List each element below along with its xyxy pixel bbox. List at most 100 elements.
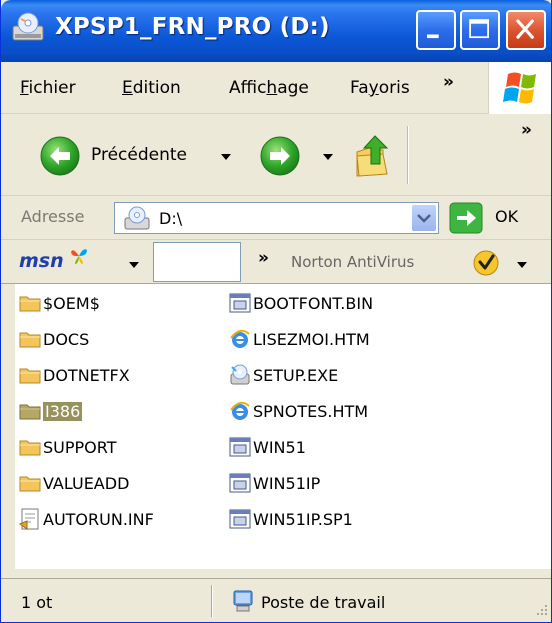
list-item-file-setup[interactable]: SETUP.EXE: [229, 362, 338, 388]
norton-dropdown[interactable]: [517, 262, 527, 268]
ie-document-icon: [230, 329, 250, 348]
menu-fichier[interactable]: Fichier: [20, 78, 76, 98]
explorer-window: XPSP1_FRN_PRO (D:) Fichier Edition Affic…: [0, 0, 552, 623]
up-folder-button[interactable]: [353, 130, 397, 180]
cd-drive-small-icon: [124, 206, 150, 230]
folder-icon: [19, 332, 41, 348]
list-item-file-win51ip[interactable]: WIN51IP: [229, 470, 320, 496]
window-title: XPSP1_FRN_PRO (D:): [55, 14, 330, 40]
list-item-file-bootfont[interactable]: BOOTFONT.BIN: [229, 290, 373, 316]
menu-bar: Fichier Edition Affichage Fayoris »: [1, 62, 551, 114]
file-name: WIN51: [253, 437, 306, 457]
go-label[interactable]: OK: [495, 207, 518, 226]
address-dropdown-button[interactable]: [411, 204, 437, 232]
go-arrow-icon: [449, 202, 483, 234]
menu-affichage-rest2: age: [277, 78, 309, 98]
frame-left-edge: [1, 284, 15, 578]
back-history-dropdown[interactable]: [221, 154, 231, 160]
msn-butterfly-icon: [71, 249, 87, 264]
address-bar: Adresse D:\ OK: [1, 196, 551, 240]
msn-search-input[interactable]: [153, 242, 241, 282]
menu-favoris-rest: Fa: [350, 78, 369, 98]
address-input[interactable]: D:\: [114, 202, 439, 234]
minimize-icon: [427, 34, 439, 39]
minimize-button[interactable]: [416, 10, 456, 50]
toolbar-more-chevron[interactable]: »: [521, 120, 532, 140]
inf-file-icon: [19, 508, 39, 530]
links-more-chevron[interactable]: »: [258, 248, 269, 268]
cd-drive-icon: [12, 12, 44, 41]
list-item-file-lisezmoi[interactable]: LISEZMOI.HTM: [229, 326, 370, 352]
list-item-folder-i386[interactable]: I386: [19, 398, 83, 424]
back-button[interactable]: [39, 135, 81, 177]
file-name: VALUEADD: [43, 473, 130, 493]
file-name: SETUP.EXE: [253, 365, 339, 385]
file-name: SUPPORT: [43, 437, 117, 457]
file-name: WIN51IP: [253, 473, 321, 493]
close-icon: [516, 19, 534, 39]
menu-mnemonic: y: [368, 78, 379, 98]
system-file-icon: [229, 473, 251, 493]
file-name: WIN51IP.SP1: [253, 509, 353, 529]
windows-flag-icon: [503, 72, 536, 104]
menu-mnemonic: h: [266, 78, 278, 98]
menu-favoris[interactable]: Fayoris: [350, 78, 410, 98]
close-button[interactable]: [506, 10, 546, 50]
list-item-file-win51[interactable]: WIN51: [229, 434, 306, 460]
menu-affichage[interactable]: Affichage: [229, 78, 309, 98]
list-item-file-spnotes[interactable]: SPNOTES.HTM: [229, 398, 368, 424]
folder-icon: [19, 368, 41, 384]
menu-more-chevron[interactable]: »: [443, 72, 454, 92]
msn-text: msn: [19, 250, 64, 272]
file-name: LISEZMOI.HTM: [253, 329, 370, 349]
windows-logo: [488, 62, 551, 114]
list-item-folder-dotnetfx[interactable]: DOTNETFX: [19, 362, 130, 388]
norton-icon[interactable]: [473, 250, 499, 276]
system-file-icon: [229, 293, 251, 313]
file-name: DOTNETFX: [43, 365, 130, 385]
title-bar[interactable]: XPSP1_FRN_PRO (D:): [1, 0, 551, 62]
maximize-icon: [469, 19, 489, 39]
list-item-folder-docs[interactable]: DOCS: [19, 326, 89, 352]
list-item-folder-support[interactable]: SUPPORT: [19, 434, 116, 460]
list-item-folder-oem[interactable]: $OEM$: [19, 290, 100, 316]
forward-history-dropdown[interactable]: [323, 154, 333, 160]
file-name: BOOTFONT.BIN: [253, 293, 374, 313]
resize-grip-icon[interactable]: [531, 601, 549, 619]
go-button[interactable]: [449, 202, 483, 234]
folder-icon: [19, 404, 41, 420]
file-name: I386: [43, 401, 83, 421]
toolbar-separator: [407, 126, 409, 184]
links-bar: msn » Norton AntiVirus: [1, 240, 551, 284]
menu-mnemonic: F: [20, 78, 29, 98]
chevron-down-icon: [417, 214, 431, 223]
menu-edition-rest: dition: [132, 78, 181, 98]
ie-document-icon: [230, 401, 250, 420]
status-separator: [211, 585, 213, 617]
menu-fichier-rest: ichier: [28, 78, 76, 98]
list-item-file-win51ip-sp1[interactable]: WIN51IP.SP1: [229, 506, 353, 532]
system-file-icon: [229, 437, 251, 457]
file-name: $OEM$: [43, 293, 100, 313]
forward-arrow-icon: [260, 136, 300, 176]
folder-icon: [19, 440, 41, 456]
menu-affichage-rest: Affic: [229, 78, 267, 98]
setup-exe-icon: [230, 364, 250, 385]
up-folder-icon: [356, 135, 389, 177]
list-item-file-autorun[interactable]: AUTORUN.INF: [19, 506, 154, 532]
folder-icon: [19, 476, 41, 492]
msn-dropdown[interactable]: [129, 262, 139, 268]
status-object-count: 1 ot: [21, 593, 53, 612]
address-value: D:\: [159, 209, 183, 228]
msn-logo[interactable]: msn: [19, 249, 87, 272]
maximize-button[interactable]: [460, 10, 500, 50]
list-item-folder-valueadd[interactable]: VALUEADD: [19, 470, 129, 496]
back-label[interactable]: Précédente: [91, 145, 187, 165]
norton-antivirus-label[interactable]: Norton AntiVirus: [291, 253, 414, 271]
menu-favoris-rest2: oris: [378, 78, 410, 98]
forward-button[interactable]: [259, 135, 301, 177]
file-list[interactable]: $OEM$ DOCS DOTNETFX I386 SUPPORT VALUEAD…: [15, 284, 551, 569]
menu-edition[interactable]: Edition: [122, 78, 181, 98]
address-label: Adresse: [21, 207, 85, 226]
file-name: SPNOTES.HTM: [253, 401, 369, 421]
